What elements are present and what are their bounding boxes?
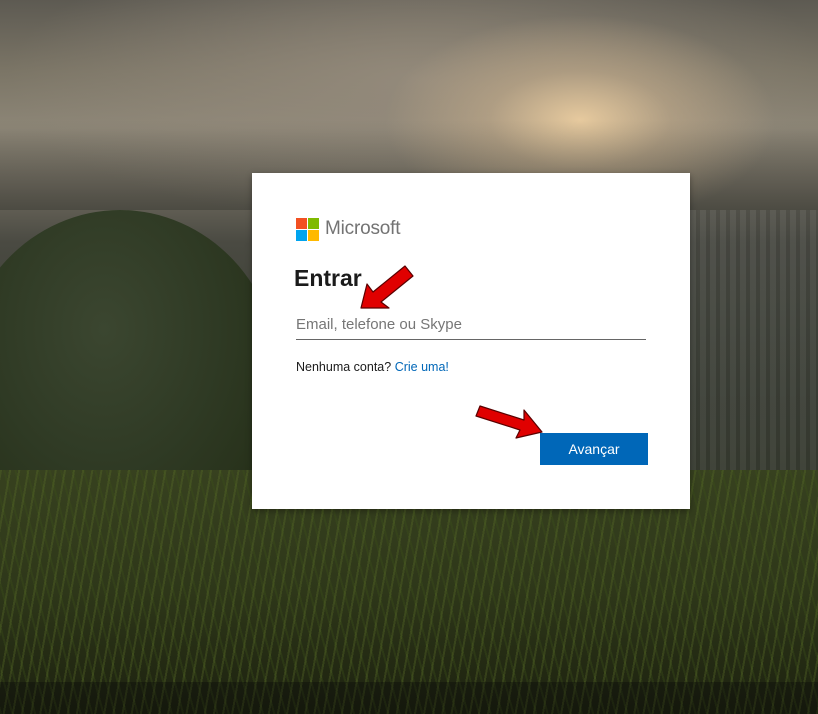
logo-square (308, 217, 319, 229)
footer-bar (0, 682, 818, 714)
logo-square (308, 229, 319, 241)
annotation-arrow-email (360, 265, 414, 309)
create-account-link[interactable]: Crie uma! (395, 360, 449, 374)
next-button[interactable]: Avançar (540, 433, 648, 465)
logo-square (296, 229, 307, 241)
logo-square (296, 217, 307, 229)
signin-card: Microsoft Entrar Nenhuma conta? Crie uma… (252, 173, 690, 509)
brand-name: Microsoft (325, 218, 401, 239)
microsoft-logo: Microsoft (296, 217, 400, 241)
no-account-row: Nenhuma conta? Crie uma! (296, 360, 449, 374)
microsoft-logo-icon (296, 217, 319, 241)
background-city (680, 210, 818, 470)
email-field[interactable] (296, 310, 646, 340)
page-title: Entrar (294, 265, 362, 291)
annotation-arrow-button (475, 405, 543, 439)
no-account-text: Nenhuma conta? (296, 360, 392, 374)
